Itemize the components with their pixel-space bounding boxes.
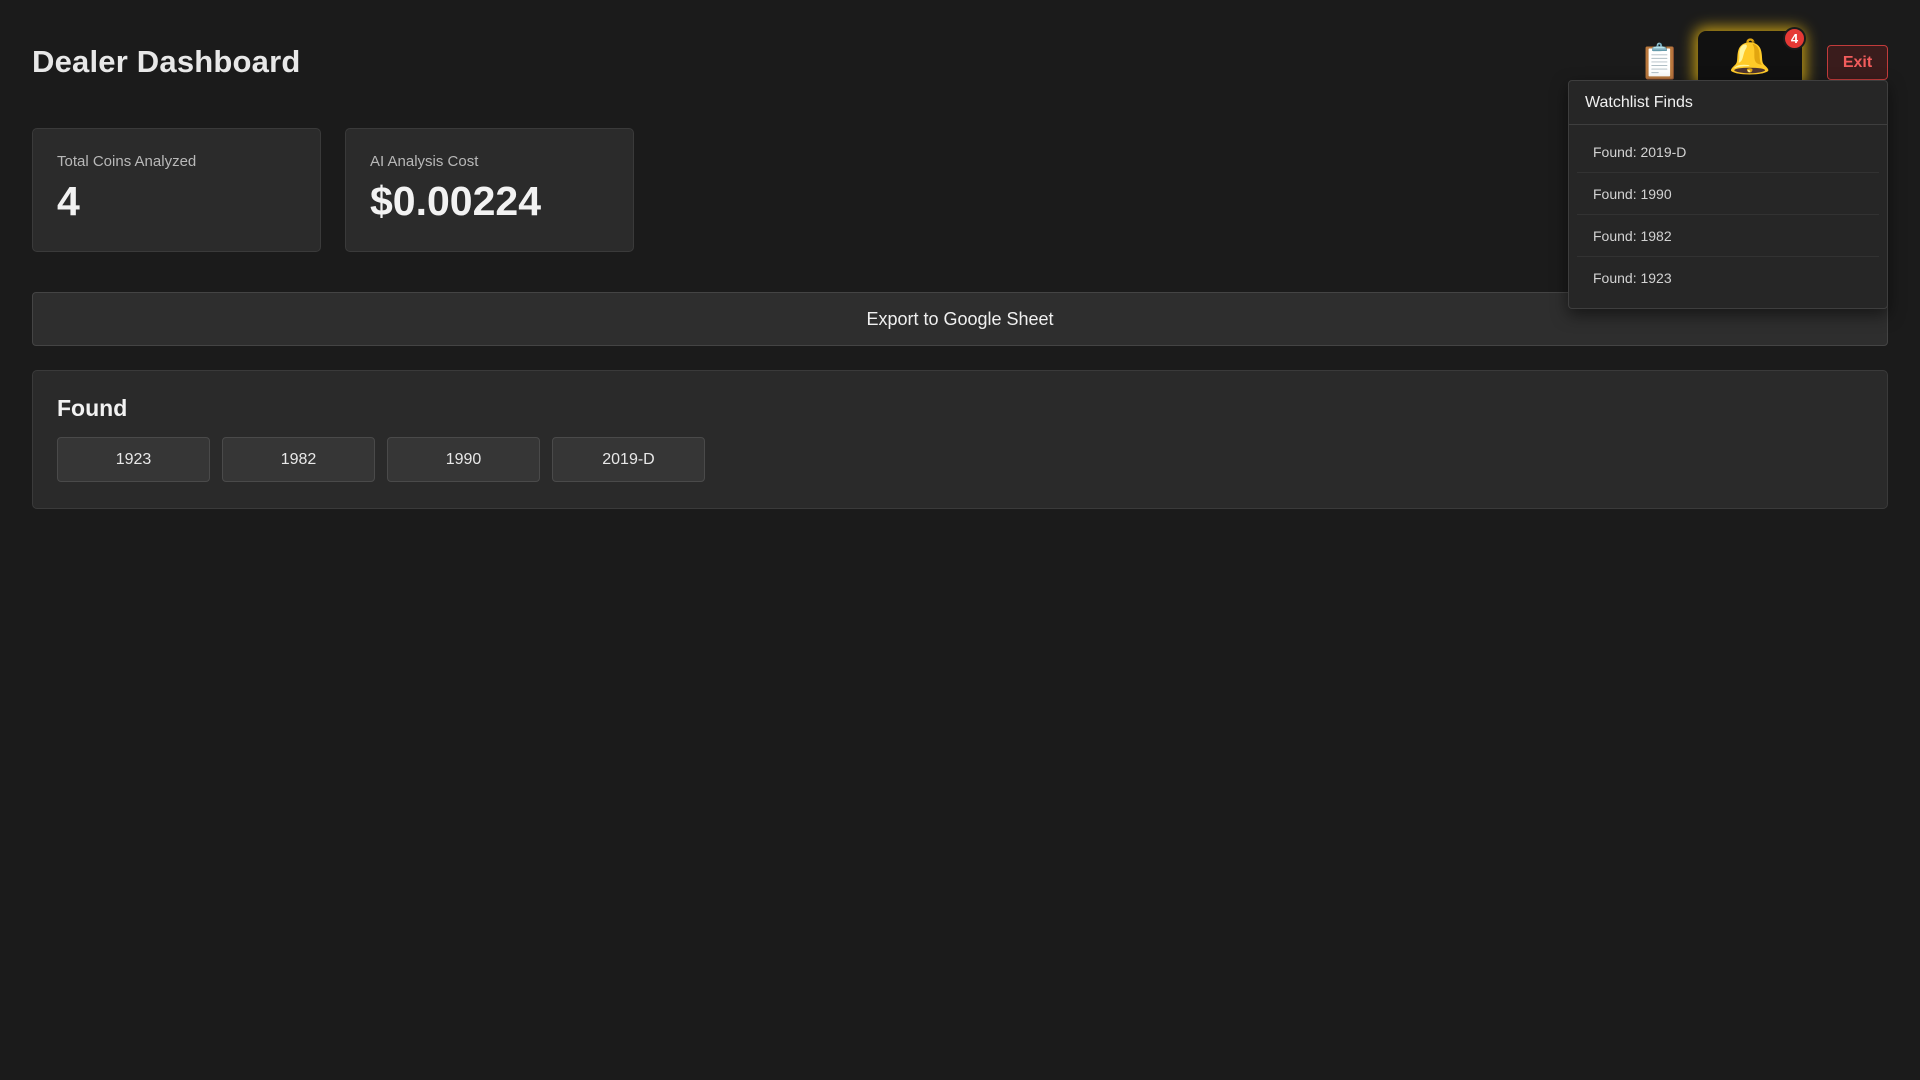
found-panel: Found 1923 1982 1990 2019-D [32, 370, 1888, 509]
watchlist-item[interactable]: Found: 1923 [1577, 257, 1879, 299]
watchlist-list: Found: 2019-D Found: 1990 Found: 1982 Fo… [1569, 125, 1887, 305]
bell-icon: 🔔 [1728, 38, 1772, 76]
notification-badge: 4 [1783, 27, 1806, 50]
stat-card-ai-cost: AI Analysis Cost $0.00224 [345, 128, 634, 252]
watchlist-item[interactable]: Found: 1990 [1577, 173, 1879, 215]
watchlist-item[interactable]: Found: 1982 [1577, 215, 1879, 257]
page-title: Dealer Dashboard [32, 44, 301, 79]
exit-button[interactable]: Exit [1827, 45, 1888, 80]
found-chip[interactable]: 1990 [387, 437, 540, 482]
found-list: 1923 1982 1990 2019-D [57, 437, 1863, 482]
stat-label: AI Analysis Cost [370, 153, 479, 170]
found-chip[interactable]: 1982 [222, 437, 375, 482]
clipboard-button[interactable]: 📋 [1632, 41, 1688, 83]
clipboard-icon: 📋 [1638, 43, 1682, 81]
found-chip[interactable]: 1923 [57, 437, 210, 482]
notifications-button[interactable]: 🔔 4 [1698, 27, 1806, 83]
stat-card-total-coins: Total Coins Analyzed 4 [32, 128, 321, 252]
stat-label: Total Coins Analyzed [57, 153, 197, 170]
watchlist-title: Watchlist Finds [1569, 81, 1887, 125]
watchlist-dropdown: Watchlist Finds Found: 2019-D Found: 199… [1568, 80, 1888, 309]
stat-value: $0.00224 [370, 178, 542, 224]
found-chip[interactable]: 2019-D [552, 437, 705, 482]
found-title: Found [57, 395, 128, 421]
stat-value: 4 [57, 178, 80, 224]
watchlist-item[interactable]: Found: 2019-D [1577, 131, 1879, 173]
